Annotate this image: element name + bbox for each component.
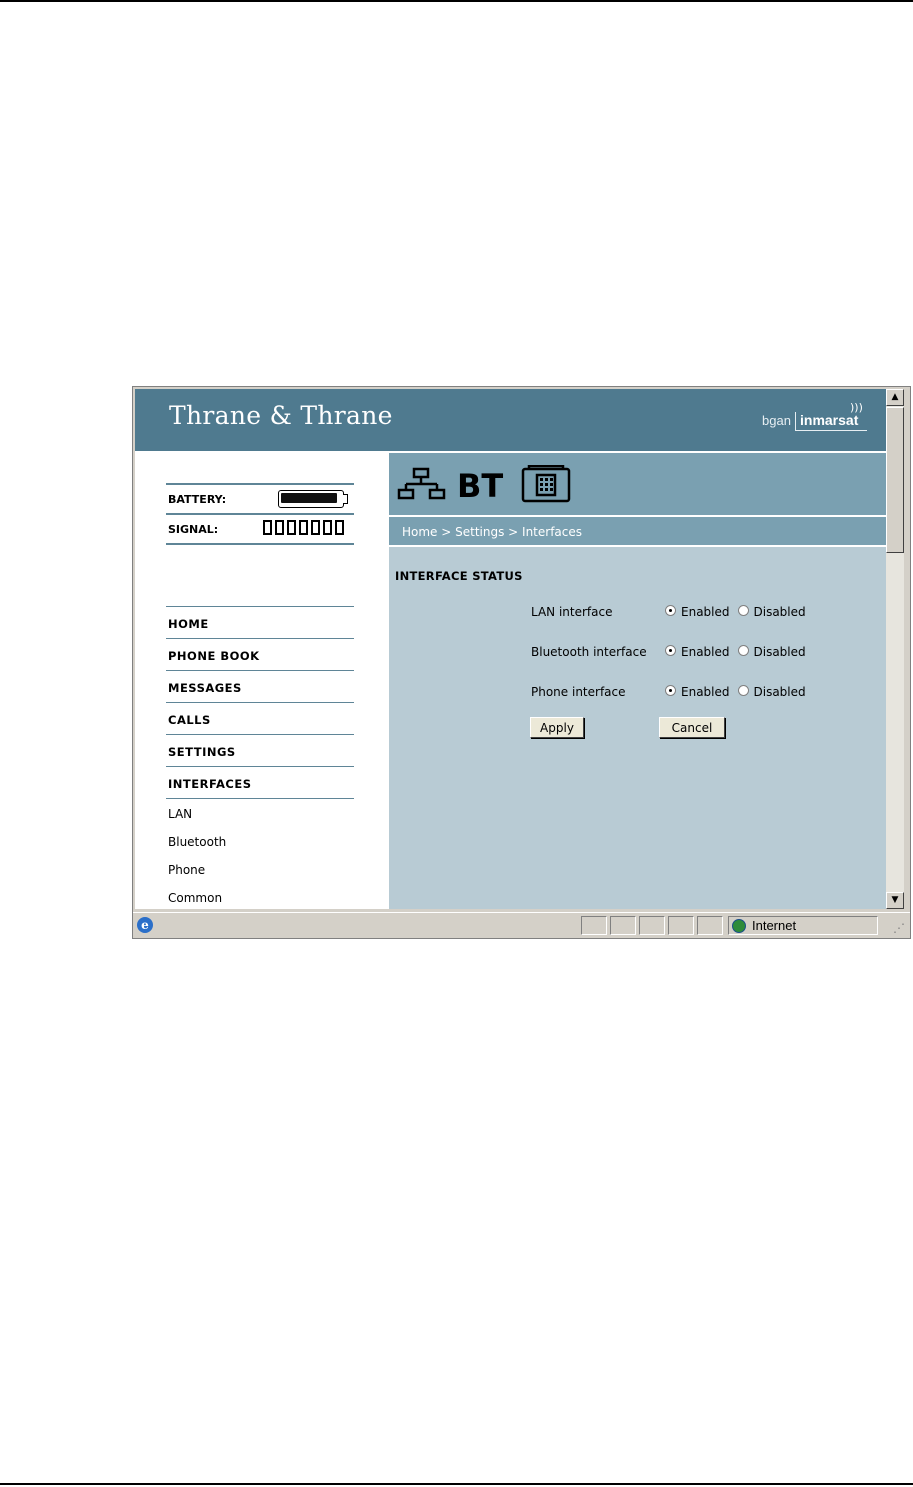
nav-item-messages[interactable]: MESSAGES xyxy=(166,670,354,702)
device-status-box: BATTERY: SIGNAL: xyxy=(166,483,354,545)
zone-label: Internet xyxy=(752,918,797,933)
bluetooth-disabled-radio[interactable] xyxy=(737,644,749,656)
brand-logo: Thrane & Thrane xyxy=(169,401,393,430)
nav-item-label: SETTINGS xyxy=(168,745,236,759)
breadcrumb-bar: Home > Settings > Interfaces xyxy=(389,517,886,545)
cancel-button[interactable]: Cancel xyxy=(659,717,725,738)
bgan-inmarsat-logo: bgan inmarsat ))) xyxy=(762,401,872,433)
phone-interface-row: Phone interface Enabled Disabled xyxy=(531,683,881,703)
radio-label: Disabled xyxy=(753,645,806,659)
battery-row: BATTERY: xyxy=(166,485,354,513)
left-sidebar: BATTERY: SIGNAL: HOME PHONE BOOK MESSAGE… xyxy=(135,451,389,909)
scroll-thumb[interactable] xyxy=(886,407,904,553)
nav-item-home[interactable]: HOME xyxy=(166,606,354,638)
lan-interface-row: LAN interface Enabled Disabled xyxy=(531,603,881,623)
nav-item-label: MESSAGES xyxy=(168,681,242,695)
phone-icon[interactable] xyxy=(521,465,571,503)
scroll-down-button[interactable]: ▼ xyxy=(886,892,904,909)
nav-item-calls[interactable]: CALLS xyxy=(166,702,354,734)
radio-label: Disabled xyxy=(753,605,806,619)
phone-enabled-radio[interactable] xyxy=(665,684,676,696)
phone-disabled-radio[interactable] xyxy=(737,684,749,696)
section-title: INTERFACE STATUS xyxy=(395,569,523,583)
browser-window: Thrane & Thrane bgan inmarsat ))) BATTER… xyxy=(132,386,911,939)
site-header: Thrane & Thrane bgan inmarsat ))) xyxy=(135,389,886,451)
bgan-logo-text: bgan xyxy=(762,413,791,428)
subnav-item-lan[interactable]: LAN xyxy=(166,799,354,827)
main-content-panel: BT Home > Settings > Interfaces INTERFAC… xyxy=(389,451,886,909)
nav-item-label: HOME xyxy=(168,617,209,631)
lan-interface-radio-group: Enabled Disabled xyxy=(665,604,814,619)
page-bottom-rule xyxy=(0,1483,913,1485)
radio-label: Enabled xyxy=(681,685,730,699)
resize-grip-icon[interactable]: ⋰ xyxy=(893,921,905,935)
nav-item-interfaces[interactable]: INTERFACES xyxy=(166,766,354,799)
subnav-item-bluetooth[interactable]: Bluetooth xyxy=(166,827,354,855)
page-top-rule xyxy=(0,0,913,2)
phone-interface-label: Phone interface xyxy=(531,685,626,699)
interface-icon-bar: BT xyxy=(389,451,886,515)
lan-interface-label: LAN interface xyxy=(531,605,613,619)
ie-page-icon: e xyxy=(137,917,153,933)
vertical-scrollbar[interactable]: ▲ ▼ xyxy=(886,389,904,909)
lan-disabled-radio[interactable] xyxy=(737,604,749,616)
nav-item-settings[interactable]: SETTINGS xyxy=(166,734,354,766)
radio-label: Enabled xyxy=(681,645,730,659)
lan-enabled-radio[interactable] xyxy=(665,604,676,616)
subnav-item-common[interactable]: Common xyxy=(166,883,354,909)
bluetooth-interface-label: Bluetooth interface xyxy=(531,645,647,659)
nav-item-label: PHONE BOOK xyxy=(168,649,260,663)
radio-label: Enabled xyxy=(681,605,730,619)
signal-strength-icon xyxy=(263,520,344,538)
bt-icon-text: BT xyxy=(457,467,503,501)
subnav-item-phone[interactable]: Phone xyxy=(166,855,354,883)
nav-item-phone-book[interactable]: PHONE BOOK xyxy=(166,638,354,670)
interfaces-submenu: LAN Bluetooth Phone Common xyxy=(166,799,354,909)
radio-label: Disabled xyxy=(753,685,806,699)
subnav-item-label: Phone xyxy=(168,863,206,877)
subnav-item-label: Common xyxy=(168,891,223,905)
bluetooth-interface-radio-group: Enabled Disabled xyxy=(665,644,814,659)
lan-network-icon[interactable] xyxy=(397,467,447,501)
battery-label: BATTERY: xyxy=(168,493,227,506)
signal-row: SIGNAL: xyxy=(166,515,354,543)
inmarsat-logo-text: inmarsat xyxy=(800,412,859,428)
signal-label: SIGNAL: xyxy=(168,523,219,536)
security-zone: Internet xyxy=(728,916,878,935)
nav-item-label: INTERFACES xyxy=(168,777,252,791)
phone-interface-radio-group: Enabled Disabled xyxy=(665,684,814,699)
signal-waves-icon: ))) xyxy=(850,401,863,414)
browser-status-bar: e Internet ⋰ xyxy=(133,912,910,938)
bluetooth-enabled-radio[interactable] xyxy=(665,644,676,656)
globe-icon xyxy=(732,919,746,933)
main-nav: HOME PHONE BOOK MESSAGES CALLS SETTINGS … xyxy=(166,606,354,909)
apply-button[interactable]: Apply xyxy=(530,717,584,738)
scroll-up-button[interactable]: ▲ xyxy=(886,389,904,406)
battery-icon xyxy=(278,490,348,508)
web-viewport: Thrane & Thrane bgan inmarsat ))) BATTER… xyxy=(135,389,886,909)
nav-item-label: CALLS xyxy=(168,713,211,727)
bluetooth-icon[interactable]: BT xyxy=(455,467,507,501)
breadcrumb: Home > Settings > Interfaces xyxy=(402,525,582,539)
subnav-item-label: Bluetooth xyxy=(168,835,227,849)
subnav-item-label: LAN xyxy=(168,807,193,821)
bluetooth-interface-row: Bluetooth interface Enabled Disabled xyxy=(531,643,881,663)
